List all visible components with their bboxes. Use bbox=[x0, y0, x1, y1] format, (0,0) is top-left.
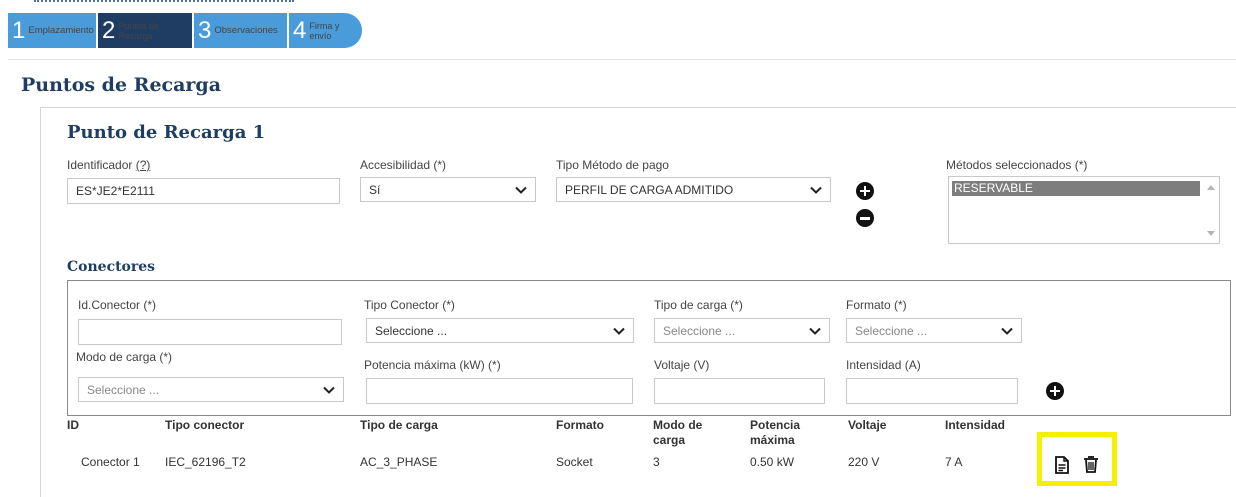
th-intensidad: Intensidad bbox=[945, 418, 1006, 432]
tipo-carga-value: Seleccione ... bbox=[663, 323, 736, 338]
th-formato: Formato bbox=[556, 418, 604, 432]
potencia-input[interactable] bbox=[366, 378, 633, 404]
metodos-seleccionados-listbox[interactable]: RESERVABLE bbox=[948, 176, 1220, 244]
chevron-down-icon bbox=[613, 327, 625, 335]
document-icon[interactable] bbox=[1052, 455, 1072, 475]
formato-select[interactable]: Seleccione ... bbox=[846, 318, 1022, 343]
step-number: 3 bbox=[198, 16, 212, 44]
scroll-down-icon[interactable] bbox=[1207, 231, 1215, 236]
voltaje-input[interactable] bbox=[654, 378, 825, 404]
step-label: Emplazamiento bbox=[28, 24, 94, 36]
modo-carga-value: Seleccione ... bbox=[87, 382, 160, 397]
highlight-box bbox=[1037, 432, 1117, 486]
chevron-down-icon bbox=[323, 386, 335, 394]
tipo-metodo-pago-label: Tipo Método de pago bbox=[556, 158, 669, 172]
tipo-conector-label: Tipo Conector (*) bbox=[364, 298, 455, 312]
trash-icon[interactable] bbox=[1081, 454, 1101, 474]
chevron-down-icon bbox=[810, 186, 822, 194]
cell-potencia: 0.50 kW bbox=[750, 455, 795, 469]
scroll-up-icon[interactable] bbox=[1207, 185, 1215, 190]
potencia-label: Potencia máxima (kW) (*) bbox=[364, 358, 501, 372]
th-tipo-conector: Tipo conector bbox=[165, 418, 245, 432]
modo-carga-select[interactable]: Seleccione ... bbox=[78, 377, 344, 402]
tipo-carga-select[interactable]: Seleccione ... bbox=[654, 318, 830, 343]
page-title: Puntos de Recarga bbox=[21, 74, 222, 96]
cell-id: Conector 1 bbox=[81, 455, 140, 469]
th-id: ID bbox=[67, 418, 79, 432]
th-tipo-carga: Tipo de carga bbox=[360, 418, 438, 432]
cell-modo: 3 bbox=[653, 455, 660, 469]
intensidad-input[interactable] bbox=[846, 378, 1018, 404]
intensidad-label: Intensidad (A) bbox=[846, 358, 921, 372]
step-label: Firma y envío bbox=[309, 20, 340, 41]
accesibilidad-label: Accesibilidad (*) bbox=[360, 158, 447, 172]
voltaje-label: Voltaje (V) bbox=[654, 358, 710, 372]
th-modo-carga: Modo de carga bbox=[653, 418, 703, 447]
id-conector-label: Id.Conector (*) bbox=[78, 298, 157, 312]
th-voltaje: Voltaje bbox=[848, 418, 887, 432]
metodos-seleccionados-label: Métodos seleccionados (*) bbox=[946, 158, 1088, 172]
step-label: Observaciones bbox=[214, 24, 278, 36]
divider bbox=[8, 59, 1236, 60]
wizard-steps: 1 Emplazamiento 2 Puntos de Recarga 3 Obs… bbox=[8, 13, 362, 48]
cell-voltaje: 220 V bbox=[848, 455, 880, 469]
accesibilidad-select[interactable]: Sí bbox=[360, 177, 536, 202]
minus-circle-icon[interactable] bbox=[856, 209, 874, 227]
cell-tipo-conector: IEC_62196_T2 bbox=[165, 455, 246, 469]
chevron-down-icon bbox=[809, 327, 821, 335]
tipo-carga-label: Tipo de carga (*) bbox=[654, 298, 743, 312]
step-label: Puntos de Recarga bbox=[118, 20, 159, 41]
plus-circle-icon[interactable] bbox=[856, 182, 874, 200]
step-firma-y-envio[interactable]: 4 Firma y envío bbox=[289, 13, 362, 48]
id-conector-input[interactable] bbox=[78, 319, 342, 345]
chevron-down-icon bbox=[1001, 327, 1013, 335]
step-number: 1 bbox=[12, 16, 26, 44]
help-link[interactable]: (?) bbox=[136, 158, 151, 172]
top-cutoff-line bbox=[34, 0, 294, 4]
step-number: 2 bbox=[102, 16, 116, 44]
identificador-label: Identificador (?) bbox=[67, 158, 151, 172]
conectores-title: Conectores bbox=[67, 259, 156, 275]
th-potencia: Potencia máxima bbox=[750, 418, 801, 447]
formato-value: Seleccione ... bbox=[855, 323, 928, 338]
tipo-metodo-pago-value: PERFIL DE CARGA ADMITIDO bbox=[565, 182, 734, 197]
add-connector-icon[interactable] bbox=[1046, 382, 1064, 400]
listbox-option[interactable]: RESERVABLE bbox=[952, 181, 1200, 196]
step-puntos-de-recarga[interactable]: 2 Puntos de Recarga bbox=[98, 13, 194, 48]
step-number: 4 bbox=[293, 16, 307, 44]
identificador-input[interactable]: ES*JE2*E2111 bbox=[67, 178, 340, 204]
tipo-conector-select[interactable]: Seleccione ... bbox=[366, 318, 634, 343]
accesibilidad-value: Sí bbox=[369, 182, 381, 197]
tipo-metodo-pago-select[interactable]: PERFIL DE CARGA ADMITIDO bbox=[556, 177, 831, 202]
tipo-conector-value: Seleccione ... bbox=[375, 323, 448, 338]
cell-intensidad: 7 A bbox=[945, 455, 963, 469]
cell-formato: Socket bbox=[556, 455, 593, 469]
step-observaciones[interactable]: 3 Observaciones bbox=[194, 13, 289, 48]
chevron-down-icon bbox=[515, 186, 527, 194]
step-emplazamiento[interactable]: 1 Emplazamiento bbox=[8, 13, 98, 48]
punto-recarga-title: Punto de Recarga 1 bbox=[67, 122, 266, 143]
formato-label: Formato (*) bbox=[846, 298, 907, 312]
identificador-value: ES*JE2*E2111 bbox=[76, 184, 155, 198]
cell-tipo-carga: AC_3_PHASE bbox=[360, 455, 438, 469]
modo-carga-label: Modo de carga (*) bbox=[76, 350, 173, 364]
